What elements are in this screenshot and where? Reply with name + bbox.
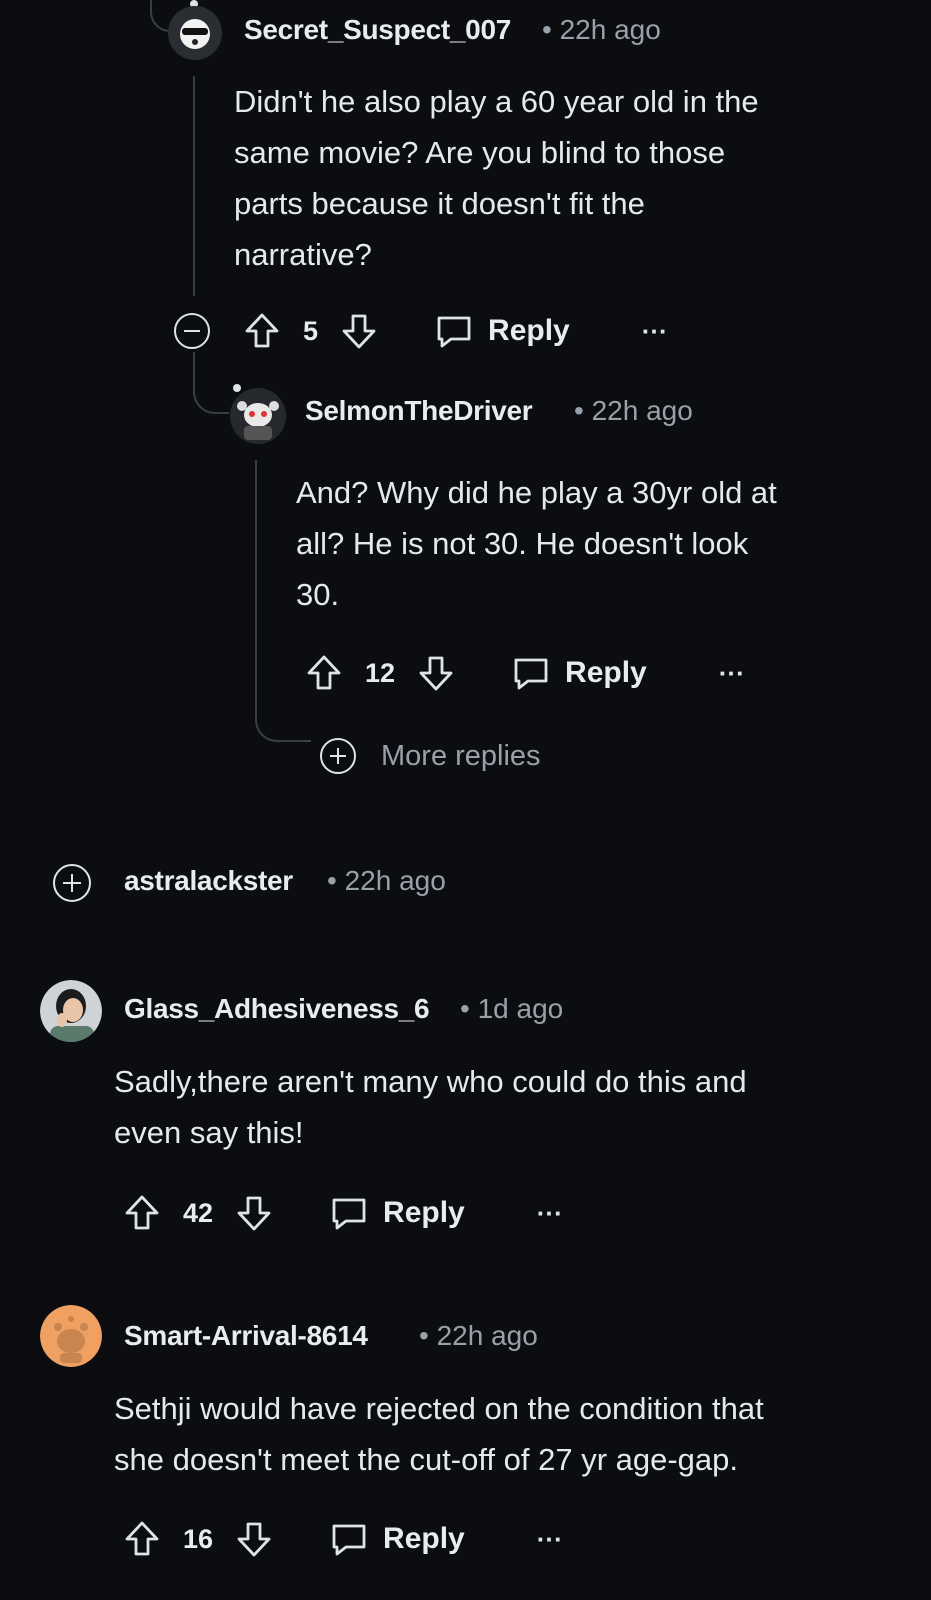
comment-body: And? Why did he play a 30yr old at all? … <box>296 467 777 620</box>
comment-actions: 42 Reply ··· <box>123 1188 563 1238</box>
body-line: even say this! <box>114 1115 304 1150</box>
comment-username[interactable]: Glass_Adhesiveness_6 <box>124 993 430 1025</box>
comment-actions: 5 Reply ··· <box>243 306 668 356</box>
vote-count: 42 <box>183 1197 214 1228</box>
downvote-icon[interactable] <box>340 311 378 351</box>
upvote-icon[interactable] <box>123 1519 161 1559</box>
vote-count: 12 <box>365 657 396 688</box>
thread-curve-1 <box>150 0 170 32</box>
avatar[interactable] <box>40 1305 102 1367</box>
comment-timestamp: • 22h ago <box>419 1320 538 1352</box>
vote-count: 5 <box>303 315 319 346</box>
reply-button[interactable]: Reply <box>511 653 647 693</box>
body-line: Didn't he also play a 60 year old in the <box>234 84 759 119</box>
comment-body: Sadly,there aren't many who could do thi… <box>114 1056 747 1158</box>
reply-label: Reply <box>565 656 647 689</box>
thread-curve-2 <box>193 352 229 414</box>
downvote-icon[interactable] <box>417 653 455 693</box>
comment-timestamp: • 22h ago <box>574 395 693 427</box>
user-avatar-icon <box>230 388 286 444</box>
body-line: parts because it doesn't fit the <box>234 186 645 221</box>
vote-count: 16 <box>183 1523 214 1554</box>
comment-bubble-icon <box>332 1198 366 1230</box>
comment-bubble-icon <box>514 658 548 690</box>
upvote-icon[interactable] <box>123 1193 161 1233</box>
comment-bubble-icon <box>332 1524 366 1556</box>
comment-username[interactable]: astralackster <box>124 865 293 897</box>
comment-timestamp: • 22h ago <box>542 14 661 46</box>
expand-icon[interactable] <box>320 738 356 774</box>
avatar[interactable] <box>230 388 286 444</box>
separator-dot: • <box>460 993 470 1024</box>
avatar[interactable] <box>168 6 222 60</box>
thread-line-comment1 <box>193 76 195 296</box>
body-line: she doesn't meet the cut-off of 27 yr ag… <box>114 1442 739 1477</box>
avatar-online-dot <box>233 384 241 392</box>
expand-icon[interactable] <box>53 864 91 902</box>
reply-button[interactable]: Reply <box>434 311 570 351</box>
comment-timestamp: • 22h ago <box>327 865 446 897</box>
comment-username[interactable]: Smart-Arrival-8614 <box>124 1320 368 1352</box>
reply-label: Reply <box>383 1196 465 1229</box>
comment-body: Didn't he also play a 60 year old in the… <box>234 76 759 280</box>
comment-body: Sethji would have rejected on the condit… <box>114 1383 764 1485</box>
user-avatar-icon <box>40 980 102 1042</box>
body-line: all? He is not 30. He doesn't look <box>296 526 749 561</box>
user-avatar-icon <box>40 1305 102 1367</box>
separator-dot: • <box>419 1320 429 1351</box>
reply-label: Reply <box>488 314 570 347</box>
thread-line-comment2 <box>255 460 257 710</box>
comment-username[interactable]: Secret_Suspect_007 <box>244 14 511 46</box>
timestamp-text: 22h ago <box>344 865 446 896</box>
body-line: Sethji would have rejected on the condit… <box>114 1391 764 1426</box>
separator-dot: • <box>542 14 552 45</box>
comment-actions: 16 Reply ··· <box>123 1514 563 1564</box>
downvote-icon[interactable] <box>235 1193 273 1233</box>
comment-bubble-icon <box>437 316 471 348</box>
body-line: And? Why did he play a 30yr old at <box>296 475 777 510</box>
more-options-icon[interactable]: ··· <box>537 1524 563 1555</box>
body-line: narrative? <box>234 237 372 272</box>
more-replies-link[interactable]: More replies <box>381 740 541 773</box>
user-avatar-icon <box>168 6 222 60</box>
timestamp-text: 22h ago <box>559 14 661 45</box>
downvote-icon[interactable] <box>235 1519 273 1559</box>
collapse-icon[interactable] <box>174 313 210 349</box>
upvote-icon[interactable] <box>243 311 281 351</box>
upvote-icon[interactable] <box>305 653 343 693</box>
body-line: 30. <box>296 577 340 612</box>
avatar[interactable] <box>40 980 102 1042</box>
reply-button[interactable]: Reply <box>329 1193 465 1233</box>
timestamp-text: 22h ago <box>436 1320 538 1351</box>
comment-actions: 12 Reply ··· <box>305 648 745 698</box>
more-options-icon[interactable]: ··· <box>719 658 745 689</box>
comment-username[interactable]: SelmonTheDriver <box>305 395 533 427</box>
body-line: Sadly,there aren't many who could do thi… <box>114 1064 747 1099</box>
separator-dot: • <box>574 395 584 426</box>
more-options-icon[interactable]: ··· <box>642 316 668 347</box>
timestamp-text: 1d ago <box>477 993 564 1024</box>
more-options-icon[interactable]: ··· <box>537 1198 563 1229</box>
comment-timestamp: • 1d ago <box>460 993 563 1025</box>
timestamp-text: 22h ago <box>591 395 693 426</box>
thread-curve-3 <box>255 700 311 742</box>
reply-label: Reply <box>383 1522 465 1555</box>
reply-button[interactable]: Reply <box>329 1519 465 1559</box>
body-line: same movie? Are you blind to those <box>234 135 726 170</box>
separator-dot: • <box>327 865 337 896</box>
